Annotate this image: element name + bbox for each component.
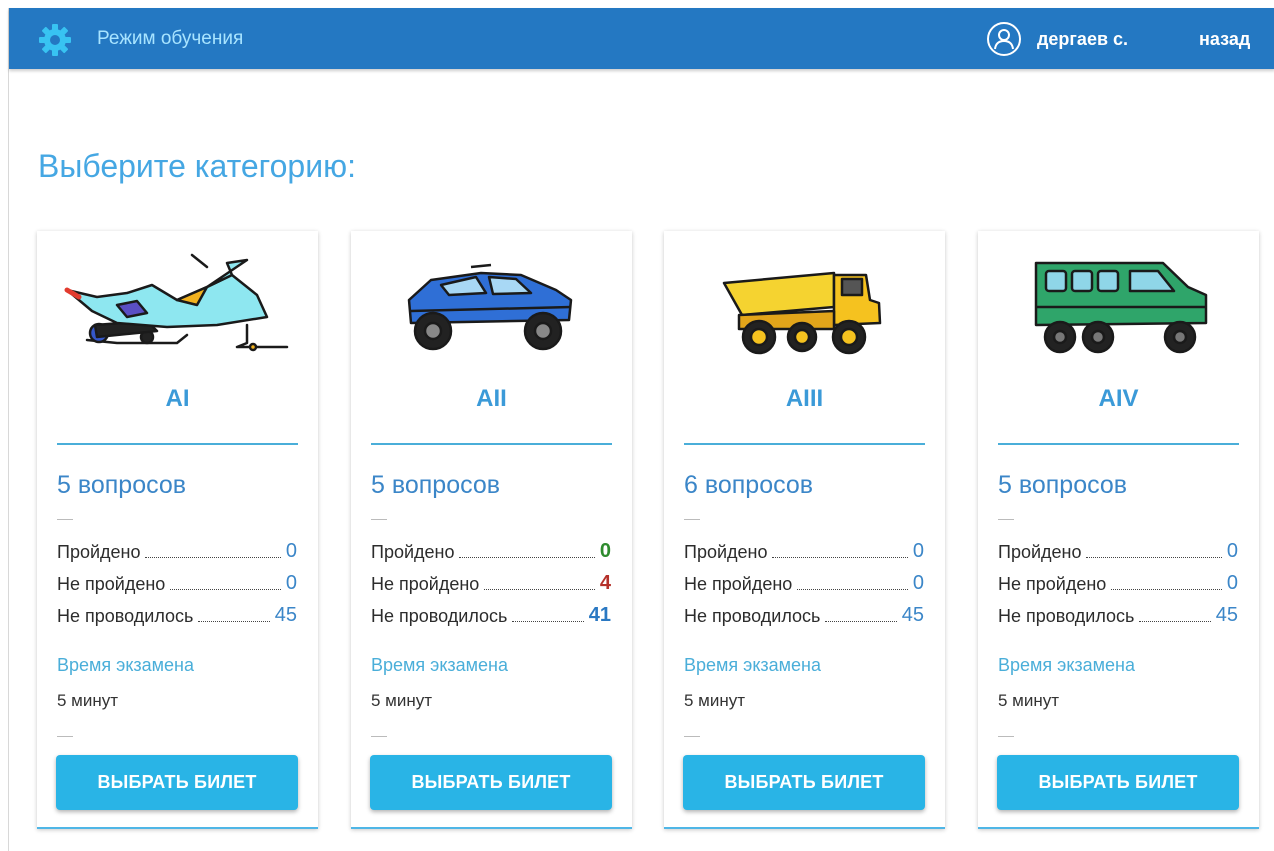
stat-not-done: Не проводилось 45 (998, 601, 1238, 627)
stat-value: 0 (285, 540, 297, 562)
mode-title[interactable]: Режим обучения (97, 28, 243, 50)
stat-value: 45 (901, 604, 924, 626)
stat-label: Пройдено (371, 542, 455, 562)
questions-count: 5 вопросов (371, 471, 501, 499)
stat-label: Не пройдено (998, 574, 1107, 594)
stat-value: 45 (1215, 604, 1238, 626)
dump-truck-icon (722, 271, 882, 355)
choose-ticket-button[interactable]: ВЫБРАТЬ БИЛЕТ (370, 755, 612, 810)
stat-label: Не проводилось (998, 606, 1135, 626)
short-divider (371, 519, 387, 520)
short-divider (684, 736, 700, 737)
page-title: Выберите категорию: (38, 148, 356, 184)
choose-ticket-button[interactable]: ВЫБРАТЬ БИЛЕТ (997, 755, 1239, 810)
stat-failed: Не пройдено 0 (684, 569, 924, 595)
choose-ticket-button[interactable]: ВЫБРАТЬ БИЛЕТ (56, 755, 298, 810)
category-card-aii: AII 5 вопросов Пройдено 0 Не пройдено 4 Не… (351, 231, 632, 829)
stat-value: 0 (912, 540, 924, 562)
stat-label: Не пройдено (684, 574, 793, 594)
divider (998, 443, 1239, 445)
exam-time-label: Время экзамена (998, 655, 1136, 675)
snowmobile-icon (64, 253, 289, 352)
choose-ticket-button[interactable]: ВЫБРАТЬ БИЛЕТ (683, 755, 925, 810)
app-frame: Режим обучения дергаев с. назад Выберите… (8, 8, 1274, 851)
stat-not-done: Не проводилось 41 (371, 601, 611, 627)
questions-count: 6 вопросов (684, 471, 814, 499)
stat-label: Не пройдено (57, 574, 166, 594)
exam-time-value: 5 минут (57, 691, 119, 710)
stat-value: 45 (274, 604, 297, 626)
divider (684, 443, 925, 445)
allterrain-van-icon (1034, 261, 1208, 354)
exam-time-label: Время экзамена (684, 655, 822, 675)
category-name: AIII (785, 385, 824, 412)
category-name: AIV (1098, 385, 1139, 412)
short-divider (684, 519, 700, 520)
stat-label: Не проводилось (371, 606, 508, 626)
exam-time-value: 5 минут (684, 691, 746, 710)
stat-passed: Пройдено 0 (684, 537, 924, 563)
stat-failed: Не пройдено 4 (371, 569, 611, 595)
offroad-car-icon (407, 263, 573, 351)
category-card-ai: AI 5 вопросов Пройдено 0 Не пройдено 0 Не … (37, 231, 318, 829)
stat-failed: Не пройдено 0 (998, 569, 1238, 595)
short-divider (371, 736, 387, 737)
exam-time-value: 5 минут (998, 691, 1060, 710)
divider (371, 443, 612, 445)
stat-label: Не проводилось (57, 606, 194, 626)
stat-value: 0 (1226, 572, 1238, 594)
exam-time-value: 5 минут (371, 691, 433, 710)
back-link[interactable]: назад (1199, 29, 1250, 50)
top-bar: Режим обучения дергаев с. назад (9, 8, 1274, 69)
stat-label: Не проводилось (684, 606, 821, 626)
stat-value: 41 (588, 604, 611, 626)
stat-label: Не пройдено (371, 574, 480, 594)
stat-not-done: Не проводилось 45 (57, 601, 297, 627)
stat-label: Пройдено (57, 542, 141, 562)
short-divider (998, 736, 1014, 737)
category-name: AII (476, 385, 507, 412)
stat-value: 0 (285, 572, 297, 594)
stat-passed: Пройдено 0 (371, 537, 611, 563)
stat-label: Пройдено (684, 542, 768, 562)
stat-value: 0 (1226, 540, 1238, 562)
questions-count: 5 вопросов (57, 471, 187, 499)
stat-label: Пройдено (998, 542, 1082, 562)
exam-time-label: Время экзамена (57, 655, 195, 675)
short-divider (57, 736, 73, 737)
divider (57, 443, 298, 445)
user-icon (987, 22, 1021, 56)
exam-time-label: Время экзамена (371, 655, 509, 675)
gear-icon[interactable] (37, 22, 73, 58)
stat-value: 0 (912, 572, 924, 594)
stat-failed: Не пройдено 0 (57, 569, 297, 595)
stat-passed: Пройдено 0 (998, 537, 1238, 563)
short-divider (998, 519, 1014, 520)
short-divider (57, 519, 73, 520)
user-name: дергаев с. (1037, 29, 1129, 49)
stat-value: 4 (599, 572, 611, 594)
category-name: AI (165, 385, 190, 412)
stat-passed: Пройдено 0 (57, 537, 297, 563)
stat-not-done: Не проводилось 45 (684, 601, 924, 627)
stat-value: 0 (599, 540, 611, 562)
category-card-aiv: AIV 5 вопросов Пройдено 0 Не пройдено 0 Не… (978, 231, 1259, 829)
questions-count: 5 вопросов (998, 471, 1128, 499)
category-card-aiii: AIII 6 вопросов Пройдено 0 Не пройдено 0 Н… (664, 231, 945, 829)
